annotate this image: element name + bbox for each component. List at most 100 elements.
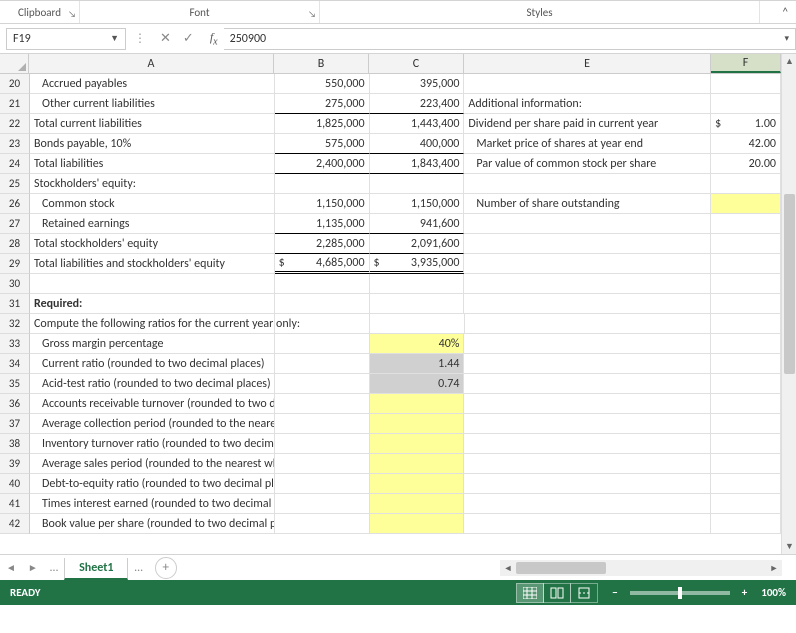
cell[interactable] <box>464 474 711 494</box>
tab-nav-more-icon[interactable]: … <box>44 561 64 575</box>
cell[interactable]: 1,150,000 <box>370 194 465 214</box>
col-header-A[interactable]: A <box>29 54 274 73</box>
cell[interactable] <box>370 314 465 334</box>
hscroll-thumb[interactable] <box>516 562 606 574</box>
cell[interactable] <box>464 514 711 534</box>
cell[interactable] <box>464 294 711 314</box>
cell[interactable]: 400,000 <box>370 134 465 154</box>
cell[interactable] <box>711 474 781 494</box>
zoom-out-button[interactable]: − <box>608 586 621 599</box>
cell[interactable] <box>711 394 781 414</box>
expand-formula-bar-icon[interactable]: ▾ <box>784 33 789 44</box>
cell[interactable]: 1,825,000 <box>275 114 370 134</box>
cell[interactable] <box>711 214 781 234</box>
cell[interactable] <box>370 174 465 194</box>
cell[interactable]: 42.00 <box>711 134 781 154</box>
cell[interactable] <box>370 294 465 314</box>
row-header[interactable]: 31 <box>0 294 30 314</box>
name-box-splitter[interactable]: ⋮ <box>134 31 146 46</box>
cell[interactable]: Gross margin percentage <box>30 334 275 354</box>
cell[interactable]: 550,000 <box>275 74 370 94</box>
cell[interactable] <box>464 414 711 434</box>
row-header[interactable]: 28 <box>0 234 30 254</box>
cell[interactable]: Other current liabilities <box>30 94 275 114</box>
cell[interactable] <box>275 374 370 394</box>
vertical-scrollbar[interactable]: ▲ ▼ <box>781 54 796 554</box>
cell[interactable] <box>370 454 465 474</box>
zoom-slider-thumb[interactable] <box>678 587 682 599</box>
cell[interactable]: Total liabilities and stockholders' equi… <box>30 254 275 274</box>
enter-formula-icon[interactable]: ✓ <box>183 31 194 46</box>
scroll-down-icon[interactable]: ▼ <box>782 539 796 554</box>
horizontal-scrollbar[interactable]: ◄ ► <box>500 560 782 576</box>
cell[interactable]: 223,400 <box>370 94 465 114</box>
cell[interactable] <box>275 474 370 494</box>
cell[interactable] <box>370 394 465 414</box>
row-header[interactable]: 25 <box>0 174 30 194</box>
cell[interactable] <box>275 334 370 354</box>
cell[interactable] <box>464 494 711 514</box>
cell[interactable] <box>711 494 781 514</box>
cell[interactable]: $1.00 <box>711 114 781 134</box>
cell[interactable]: $3,935,000 <box>370 254 465 274</box>
cell[interactable] <box>275 414 370 434</box>
dialog-launcher-icon[interactable]: ↘ <box>308 9 316 20</box>
cell[interactable]: Accounts receivable turnover (rounded to… <box>30 394 275 414</box>
cell[interactable] <box>711 94 781 114</box>
cell[interactable] <box>711 294 781 314</box>
cell[interactable]: 941,600 <box>370 214 465 234</box>
row-header[interactable]: 23 <box>0 134 30 154</box>
cell[interactable]: Common stock <box>30 194 275 214</box>
cell[interactable] <box>275 434 370 454</box>
row-header[interactable]: 38 <box>0 434 30 454</box>
cell[interactable]: Dividend per share paid in current year <box>464 114 711 134</box>
view-page-break-button[interactable] <box>570 583 598 603</box>
row-header[interactable]: 20 <box>0 74 30 94</box>
cell[interactable]: 2,091,600 <box>370 234 465 254</box>
zoom-slider[interactable] <box>630 591 730 595</box>
cell[interactable]: 1.44 <box>370 354 465 374</box>
cell[interactable]: Retained earnings <box>30 214 275 234</box>
scroll-up-icon[interactable]: ▲ <box>782 54 796 69</box>
cell[interactable]: Accrued payables <box>30 74 275 94</box>
cell[interactable] <box>370 274 465 294</box>
cell[interactable]: Additional information: <box>464 94 711 114</box>
formula-bar[interactable]: 250900 ▾ <box>224 28 796 50</box>
cell[interactable] <box>711 254 781 274</box>
cell[interactable]: Par value of common stock per share <box>464 154 711 174</box>
cell[interactable] <box>465 314 712 334</box>
cell[interactable] <box>711 434 781 454</box>
cell[interactable]: Average collection period (rounded to th… <box>30 414 275 434</box>
cell[interactable]: Stockholders' equity: <box>30 174 275 194</box>
dialog-launcher-icon[interactable]: ↘ <box>68 9 76 20</box>
cell[interactable] <box>464 254 711 274</box>
cell[interactable]: Book value per share (rounded to two dec… <box>30 514 275 534</box>
cell[interactable] <box>370 434 465 454</box>
collapse-ribbon-icon[interactable]: ^ <box>783 5 788 18</box>
cell[interactable]: 1,843,400 <box>370 154 465 174</box>
cell[interactable] <box>711 274 781 294</box>
cell[interactable] <box>711 514 781 534</box>
cell[interactable]: $4,685,000 <box>275 254 370 274</box>
cell[interactable] <box>711 234 781 254</box>
cell[interactable]: 275,000 <box>275 94 370 114</box>
cell[interactable]: Bonds payable, 10% <box>30 134 275 154</box>
cell[interactable]: Number of share outstanding <box>464 194 711 214</box>
cell[interactable] <box>275 174 370 194</box>
cell[interactable]: 395,000 <box>370 74 465 94</box>
cell[interactable] <box>464 274 711 294</box>
cell[interactable]: 1,443,400 <box>370 114 465 134</box>
cell[interactable] <box>275 494 370 514</box>
row-header[interactable]: 40 <box>0 474 30 494</box>
cell[interactable] <box>464 394 711 414</box>
col-header-B[interactable]: B <box>274 54 369 73</box>
row-header[interactable]: 26 <box>0 194 30 214</box>
scroll-left-icon[interactable]: ◄ <box>500 560 516 576</box>
cell[interactable] <box>464 214 711 234</box>
cell[interactable] <box>464 74 711 94</box>
col-header-F[interactable]: F <box>711 54 781 73</box>
cell[interactable] <box>370 414 465 434</box>
scroll-right-icon[interactable]: ► <box>766 560 782 576</box>
row-header[interactable]: 34 <box>0 354 30 374</box>
view-page-layout-button[interactable] <box>543 583 571 603</box>
